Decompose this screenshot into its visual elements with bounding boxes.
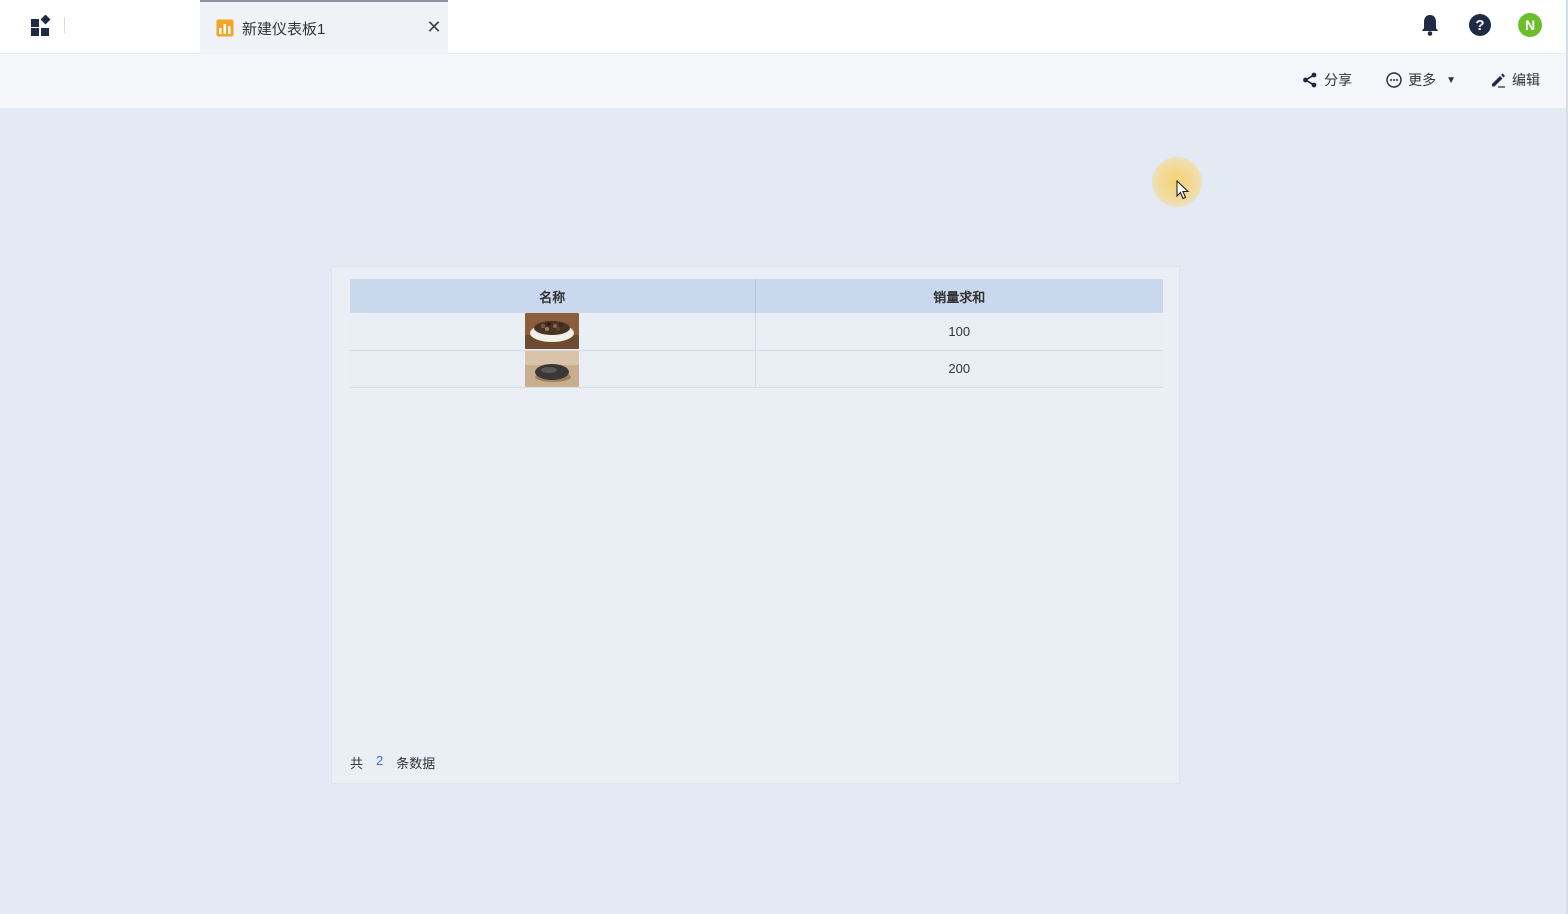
table-cell-value: 200 <box>755 350 1163 388</box>
table-footer: 共 2 条数据 <box>350 753 435 772</box>
column-header-sales-sum[interactable]: 销量求和 <box>755 279 1163 313</box>
record-count: 2 <box>376 753 384 768</box>
more-label: 更多 <box>1408 72 1437 88</box>
edit-button[interactable]: 编辑 <box>1490 70 1540 90</box>
more-button[interactable]: 更多 ▼ <box>1386 70 1456 90</box>
divider <box>64 17 65 33</box>
tab-dashboard[interactable]: 新建仪表板1 ✕ <box>200 0 448 54</box>
more-dots-icon <box>1386 72 1402 88</box>
table-cell-name <box>350 350 756 388</box>
column-header-name[interactable]: 名称 <box>350 279 756 313</box>
user-avatar[interactable]: N <box>1518 13 1542 37</box>
footer-suffix: 条数据 <box>396 756 436 771</box>
footer-prefix: 共 <box>350 756 364 771</box>
dashboard-icon <box>216 19 234 37</box>
share-button[interactable]: 分享 <box>1302 70 1352 90</box>
table-row: 100 <box>350 313 1163 351</box>
mouse-cursor-icon <box>1176 179 1190 205</box>
table-cell-value: 100 <box>755 313 1163 351</box>
data-table: 名称 销量求和 100 200 <box>350 279 1163 388</box>
share-icon <box>1302 72 1318 88</box>
table-widget[interactable]: 名称 销量求和 100 200 共 2 条数据 <box>331 266 1180 784</box>
help-icon[interactable]: ? <box>1468 13 1492 37</box>
top-bar: 新建仪表板1 ✕ ? N <box>0 0 1568 54</box>
edit-label: 编辑 <box>1512 72 1540 88</box>
caret-down-icon: ▼ <box>1446 74 1456 86</box>
tab-title: 新建仪表板1 <box>242 20 326 38</box>
bell-icon[interactable] <box>1418 13 1442 37</box>
edit-icon <box>1490 72 1506 88</box>
table-row: 200 <box>350 350 1163 388</box>
dashboard-toolbar: 分享 更多 ▼ 编辑 <box>0 54 1568 108</box>
table-header-row: 名称 销量求和 <box>350 279 1163 313</box>
mouse-image[interactable] <box>525 350 580 387</box>
table-cell-name <box>350 313 756 351</box>
close-icon[interactable]: ✕ <box>426 16 442 38</box>
share-label: 分享 <box>1324 72 1353 88</box>
coffee-beans-image[interactable] <box>525 313 580 350</box>
apps-grid-icon[interactable] <box>30 14 52 37</box>
